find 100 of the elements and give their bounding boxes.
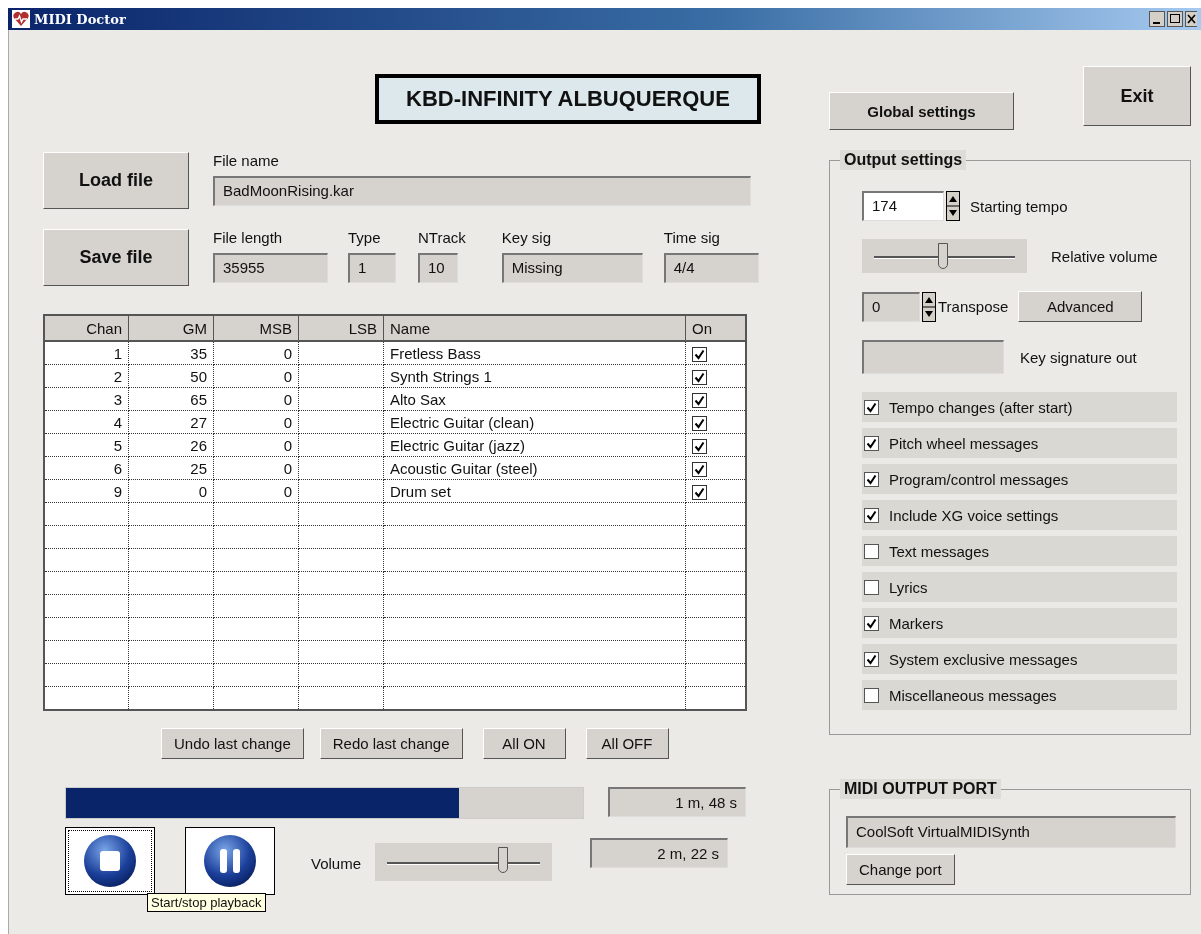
volume-label: Volume [311, 855, 362, 872]
option-label: Miscellaneous messages [889, 686, 1057, 704]
tooltip: Start/stop playback [147, 893, 266, 912]
change-port-button[interactable]: Change port [846, 854, 955, 885]
exit-button[interactable]: Exit [1083, 66, 1191, 126]
transpose-field[interactable]: 0 [862, 291, 920, 322]
checkbox[interactable] [864, 399, 879, 415]
group-title: MIDI OUTPUT PORT [840, 779, 1001, 799]
checkbox[interactable] [864, 687, 879, 703]
column-header[interactable]: Name [383, 315, 686, 341]
table-cell: 0 [213, 456, 299, 480]
table-cell: Synth Strings 1 [383, 364, 686, 388]
option-label: Include XG voice settings [889, 506, 1059, 524]
table-action-button[interactable]: All OFF [585, 728, 669, 759]
info-field: 4/4 [663, 253, 759, 283]
table-cell: 2 [44, 364, 129, 388]
checkbox[interactable] [692, 484, 707, 500]
field-label: Key sig [501, 229, 552, 246]
table-cell: 0 [213, 364, 299, 388]
field-label: File length [213, 229, 284, 246]
table-cell: 0 [213, 479, 299, 503]
banner-logo: KBD-INFINITY ALBUQUERQUE [375, 74, 761, 124]
file-name-field[interactable]: BadMoonRising.kar [213, 176, 751, 206]
table-cell: 27 [128, 410, 214, 434]
table-cell: 50 [128, 364, 214, 388]
pause-button[interactable] [185, 827, 275, 895]
spinner-icon[interactable] [946, 191, 960, 221]
option-label: Markers [889, 614, 944, 632]
checkbox[interactable] [692, 461, 707, 477]
checkbox[interactable] [692, 392, 707, 408]
global-settings-button[interactable]: Global settings [829, 92, 1014, 130]
starting-tempo-label: Starting tempo [970, 197, 1068, 215]
tempo-field[interactable]: 174 [862, 191, 944, 221]
table-cell: 0 [213, 341, 299, 365]
table-action-button[interactable]: All ON [482, 728, 566, 759]
window-title: MIDI Doctor [34, 11, 127, 27]
minimize-icon[interactable] [1149, 11, 1165, 27]
checkbox[interactable] [692, 415, 707, 431]
info-field: 10 [418, 253, 458, 283]
spinner-icon[interactable] [922, 291, 936, 322]
column-header[interactable]: GM [128, 315, 214, 341]
field-label: Type [348, 229, 382, 246]
option-label: Lyrics [889, 578, 928, 596]
volume-slider[interactable] [375, 843, 553, 881]
field-label: Time sig [663, 229, 721, 246]
table-cell: 4 [44, 410, 129, 434]
option-label: Text messages [889, 542, 990, 560]
transpose-label: Transpose [938, 298, 1009, 315]
option-label: Pitch wheel messages [889, 434, 1039, 452]
checkbox[interactable] [864, 615, 879, 631]
column-header[interactable]: Chan [44, 315, 129, 341]
table-cell: 0 [213, 410, 299, 434]
option-label: System exclusive messages [889, 650, 1078, 668]
load-file-button[interactable]: Load file [43, 152, 189, 209]
relative-volume-label: Relative volume [1051, 247, 1158, 265]
close-icon[interactable] [1185, 11, 1197, 27]
elapsed-time-field: 1 m, 48 s [608, 787, 746, 817]
table-cell: 9 [44, 479, 129, 503]
checkbox[interactable] [864, 543, 879, 559]
relative-volume-slider[interactable] [862, 239, 1027, 273]
column-header[interactable]: MSB [213, 315, 299, 341]
checkbox[interactable] [692, 369, 707, 385]
maximize-icon[interactable] [1167, 11, 1183, 27]
table-cell: 3 [44, 387, 129, 411]
checkbox[interactable] [692, 438, 707, 454]
column-header[interactable]: On [685, 315, 746, 341]
option-label: Program/control messages [889, 470, 1069, 488]
table-cell: 65 [128, 387, 214, 411]
checkbox[interactable] [692, 346, 707, 362]
table-cell: Alto Sax [383, 387, 686, 411]
table-cell: 25 [128, 456, 214, 480]
table-action-button[interactable]: Undo last change [161, 728, 304, 759]
checkbox[interactable] [864, 651, 879, 667]
stop-icon [82, 833, 138, 889]
table-action-button[interactable]: Redo last change [319, 728, 463, 759]
table-cell: 5 [44, 433, 129, 457]
save-file-button[interactable]: Save file [43, 229, 189, 286]
table-cell: 0 [213, 387, 299, 411]
checkbox[interactable] [864, 507, 879, 523]
pause-icon [202, 833, 258, 889]
file-name-label: File name [213, 152, 280, 169]
checkbox[interactable] [864, 471, 879, 487]
checkbox[interactable] [864, 579, 879, 595]
stop-button[interactable] [65, 827, 155, 895]
checkbox[interactable] [864, 435, 879, 451]
table-cell: Acoustic Guitar (steel) [383, 456, 686, 480]
advanced-button[interactable]: Advanced [1018, 291, 1143, 322]
table-cell: Drum set [383, 479, 686, 503]
table-cell: Fretless Bass [383, 341, 686, 365]
heart-icon [12, 10, 30, 28]
table-cell: 6 [44, 456, 129, 480]
info-field: 35955 [213, 253, 328, 283]
table-cell: 35 [128, 341, 214, 365]
group-title: Output settings [840, 150, 967, 170]
table-cell: Electric Guitar (jazz) [383, 433, 686, 457]
info-field: 1 [348, 253, 396, 283]
table-cell: 0 [213, 433, 299, 457]
output-port-field: CoolSoft VirtualMIDISynth [846, 816, 1176, 848]
table-cell: 1 [44, 341, 129, 365]
column-header[interactable]: LSB [298, 315, 384, 341]
